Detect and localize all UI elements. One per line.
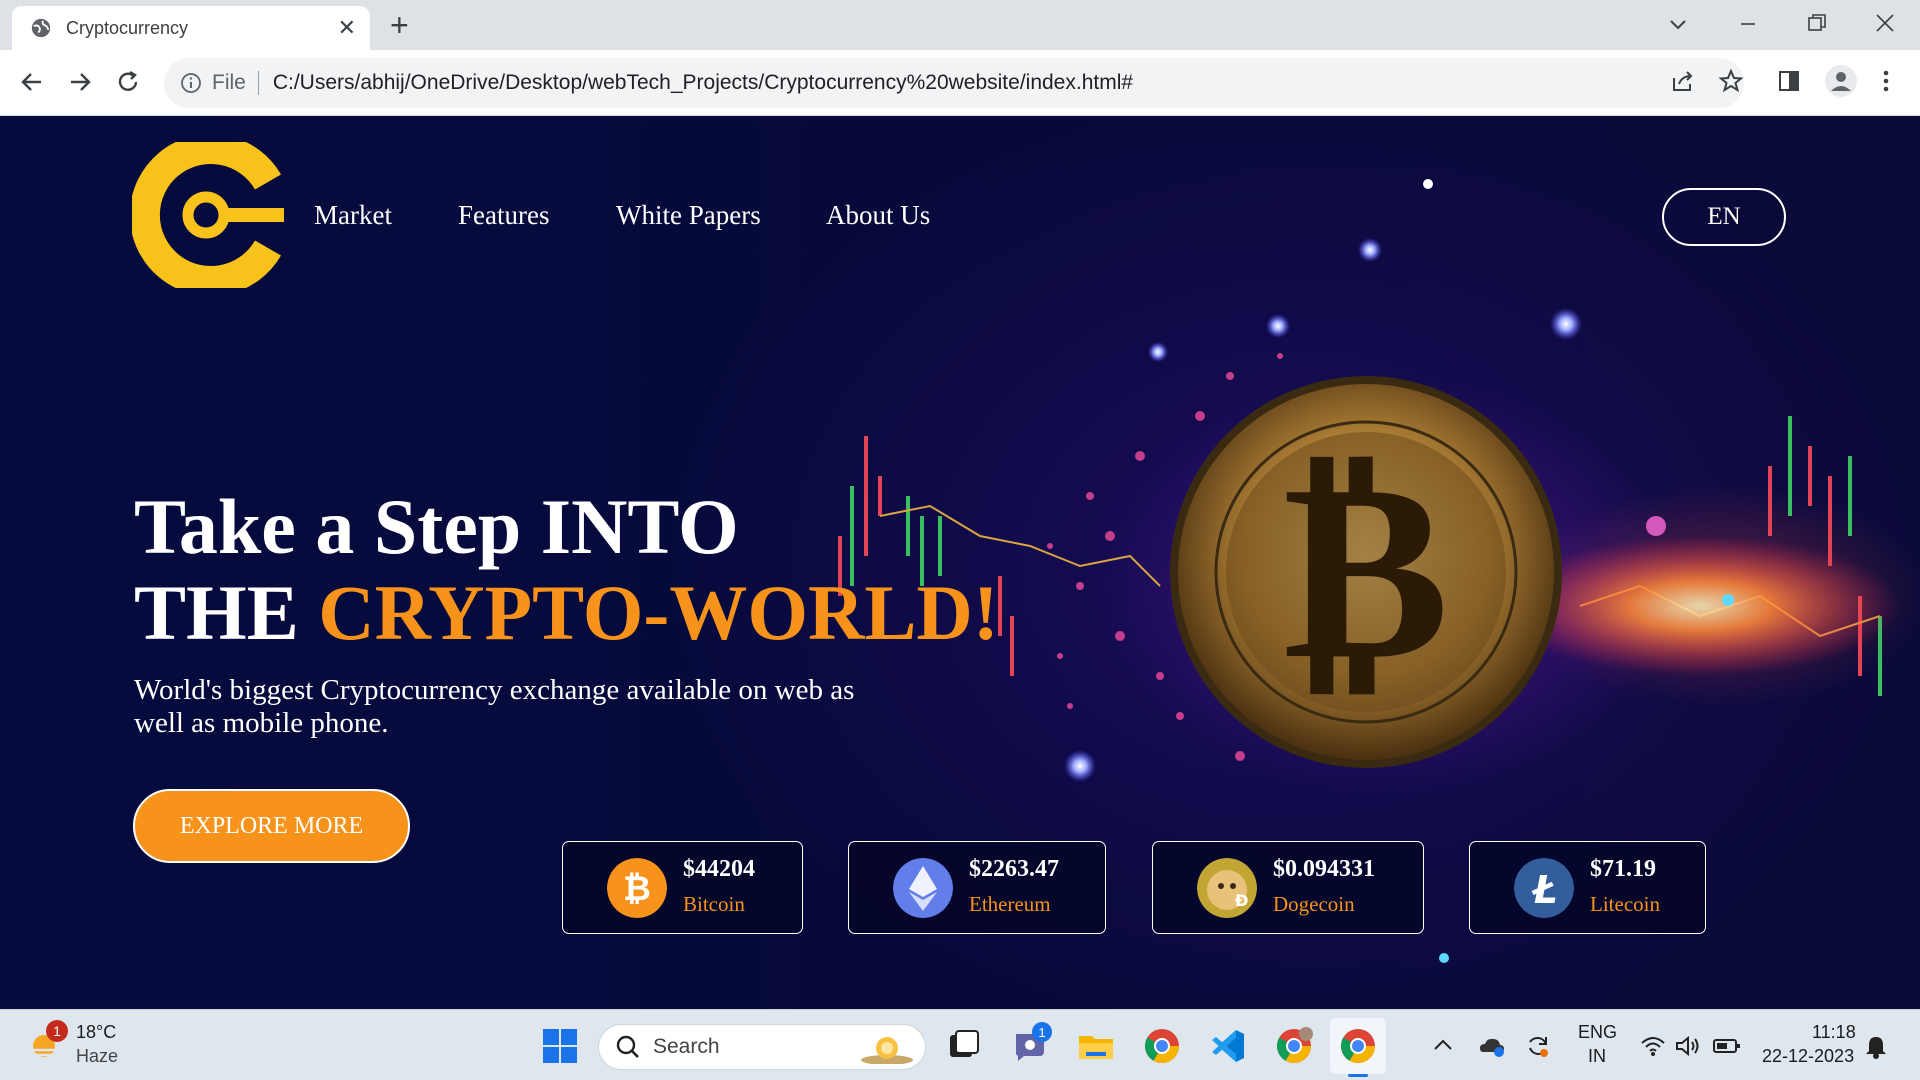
tab-close-icon[interactable]: ✕ — [338, 15, 356, 41]
litecoin-icon: Ł — [1514, 858, 1574, 918]
new-tab-button[interactable]: + — [390, 8, 409, 42]
wifi-icon[interactable] — [1640, 1034, 1666, 1058]
taskbar-search[interactable]: Search — [598, 1024, 926, 1070]
forward-arrow-icon — [71, 73, 91, 91]
coin-card-litecoin[interactable]: Ł $71.19 Litecoin — [1469, 841, 1706, 934]
weather-description[interactable]: Haze — [76, 1046, 118, 1067]
minimize-icon[interactable] — [1738, 14, 1758, 34]
browser-toolbar: File C:/Users/abhij/OneDrive/Desktop/web… — [0, 50, 1920, 116]
back-button[interactable] — [14, 64, 50, 100]
info-icon[interactable] — [180, 72, 202, 94]
hero-line-2-accent: CRYPTO-WORLD! — [318, 569, 999, 656]
tab-title: Cryptocurrency — [66, 17, 189, 38]
bitcoin-icon: ₿ — [607, 858, 667, 918]
weather-badge: 1 — [46, 1020, 68, 1042]
web-page: ₿ Market Features White Papers About Us … — [0, 116, 1920, 1009]
browser-tab[interactable]: Cryptocurrency ✕ — [12, 6, 370, 50]
sync-icon[interactable] — [1524, 1032, 1552, 1060]
coin-name: Dogecoin — [1273, 892, 1355, 916]
explore-more-button[interactable]: EXPLORE MORE — [133, 789, 410, 863]
windows-start-icon[interactable] — [540, 1026, 580, 1066]
chevron-up-icon[interactable] — [1432, 1036, 1454, 1054]
nav-market[interactable]: Market — [314, 200, 392, 231]
chrome-active-icon[interactable] — [1338, 1026, 1378, 1066]
side-panel-icon[interactable] — [1776, 68, 1802, 94]
coin-card-dogecoin[interactable]: Ð $0.094331 Dogecoin — [1152, 841, 1424, 934]
omnibox-divider — [257, 71, 259, 95]
url-text[interactable]: C:/Users/abhij/OneDrive/Desktop/webTech_… — [273, 71, 1133, 95]
coin-price: $0.094331 — [1273, 856, 1375, 882]
globe-icon — [31, 18, 51, 38]
task-view-icon[interactable] — [944, 1026, 984, 1066]
onedrive-icon[interactable] — [1478, 1032, 1506, 1060]
nav-features[interactable]: Features — [458, 200, 549, 231]
language-button[interactable]: EN — [1662, 188, 1786, 246]
tab-strip: Cryptocurrency ✕ + — [0, 0, 1920, 50]
coin-price: $44204 — [683, 856, 755, 882]
active-app-indicator — [1348, 1074, 1368, 1077]
search-highlight-icon — [861, 1037, 913, 1064]
nav-white-papers[interactable]: White Papers — [616, 200, 761, 231]
coin-name: Bitcoin — [683, 892, 745, 916]
tab-search-chevron-icon[interactable] — [1668, 14, 1688, 34]
window-close-icon[interactable] — [1874, 12, 1896, 34]
clock-date[interactable]: 22-12-2023 — [1762, 1046, 1854, 1067]
coin-name: Ethereum — [969, 892, 1051, 916]
restore-icon[interactable] — [1806, 12, 1828, 34]
coin-name: Litecoin — [1590, 892, 1660, 916]
chrome-profile-icon[interactable] — [1274, 1026, 1314, 1066]
svg-text:Ð: Ð — [1235, 891, 1248, 910]
hero-line-1: Take a Step INTO — [134, 483, 739, 570]
share-icon[interactable] — [1670, 68, 1696, 94]
svg-text:Ł: Ł — [1531, 868, 1557, 912]
profile-avatar-icon[interactable] — [1824, 64, 1858, 98]
nav-about-us[interactable]: About Us — [826, 200, 930, 231]
bitcoin-symbol-icon: ₿ — [1283, 421, 1450, 715]
forward-button[interactable] — [62, 64, 98, 100]
bookmark-star-icon[interactable] — [1718, 68, 1744, 94]
notification-bell-icon[interactable] — [1864, 1034, 1888, 1060]
teams-badge: 1 — [1032, 1022, 1052, 1042]
address-bar[interactable]: File C:/Users/abhij/OneDrive/Desktop/web… — [164, 58, 1744, 108]
back-arrow-icon — [21, 73, 41, 91]
input-region[interactable]: IN — [1588, 1046, 1606, 1067]
hero-line-2: THE CRYPTO-WORLD! — [134, 570, 999, 656]
dogecoin-icon: Ð — [1197, 858, 1257, 918]
coin-card-bitcoin[interactable]: ₿ $44204 Bitcoin — [562, 841, 803, 934]
hero-line-2-plain: THE — [134, 569, 319, 656]
file-scheme-label: File — [212, 71, 246, 94]
chrome-icon[interactable] — [1142, 1026, 1182, 1066]
coin-card-ethereum[interactable]: $2263.47 Ethereum — [848, 841, 1106, 934]
reload-button[interactable] — [110, 64, 146, 100]
ethereum-icon — [893, 858, 953, 918]
search-label: Search — [653, 1035, 720, 1058]
volume-icon[interactable] — [1674, 1034, 1702, 1058]
vscode-icon[interactable] — [1208, 1026, 1248, 1066]
battery-icon[interactable] — [1712, 1036, 1742, 1056]
input-language[interactable]: ENG — [1578, 1022, 1617, 1043]
site-logo[interactable] — [132, 142, 284, 288]
windows-taskbar: 1 18°C Haze Search 1 ENG IN 11:18 22-12-… — [0, 1009, 1920, 1080]
clock-time[interactable]: 11:18 — [1812, 1022, 1856, 1043]
hero-subtitle: World's biggest Cryptocurrency exchange … — [134, 674, 855, 739]
weather-temperature[interactable]: 18°C — [76, 1022, 116, 1043]
hero-heading: Take a Step INTO THE CRYPTO-WORLD! — [134, 484, 999, 656]
search-icon — [616, 1035, 639, 1058]
file-explorer-icon[interactable] — [1076, 1026, 1116, 1066]
reload-icon — [118, 70, 138, 91]
coin-price: $71.19 — [1590, 856, 1656, 882]
coin-price: $2263.47 — [969, 856, 1059, 882]
more-menu-icon[interactable] — [1878, 68, 1894, 94]
svg-text:₿: ₿ — [623, 869, 651, 909]
